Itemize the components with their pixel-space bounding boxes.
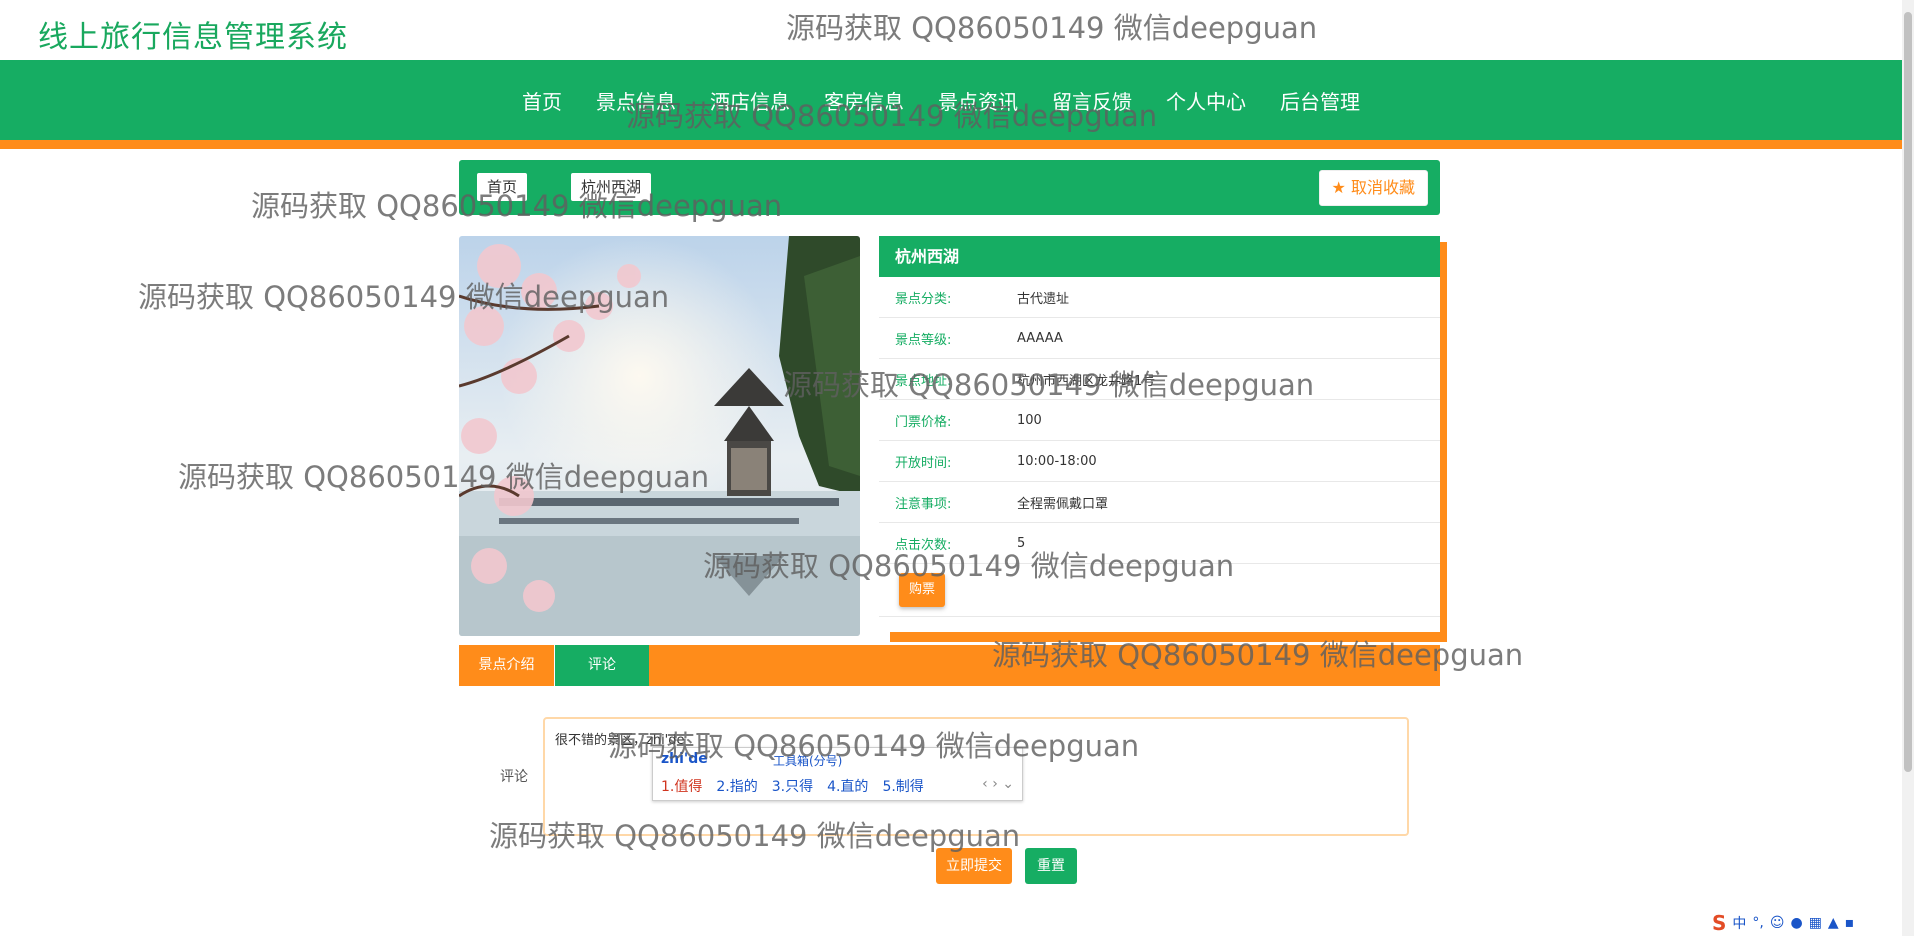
info-row-clicks: 点击次数: 5 — [879, 523, 1440, 564]
info-value: 10:00-18:00 — [1017, 453, 1097, 469]
tab-comment[interactable]: 评论 — [555, 645, 649, 686]
detail-tabs: 景点介绍 评论 — [459, 645, 1440, 686]
star-icon: ★ — [1331, 178, 1346, 197]
ime-lang-indicator[interactable]: 中 — [1732, 913, 1746, 933]
breadcrumb-current[interactable]: 杭州西湖 — [571, 173, 652, 201]
comment-label: 评论 — [500, 769, 528, 785]
info-row-hours: 开放时间: 10:00-18:00 — [879, 441, 1440, 482]
nav-item-hotels[interactable]: 酒店信息 — [710, 86, 790, 115]
info-label: 点击次数: — [895, 537, 952, 553]
sogou-logo-icon: S — [1712, 911, 1727, 935]
ime-candidates: 1.值得 2.指的 3.只得 4.直的 5.制得 — [661, 776, 924, 796]
buy-ticket-button[interactable]: 购票 — [899, 573, 946, 607]
site-title: 线上旅行信息管理系统 — [38, 20, 348, 55]
info-row-address: 景点地址: 杭州市西湖区龙井路1号 — [879, 359, 1440, 400]
breadcrumb: 首页 杭州西湖 ★ 取消收藏 — [459, 160, 1440, 215]
comment-text: 很不错的景区，zhi'de — [555, 733, 685, 748]
nav-item-home[interactable]: 首页 — [522, 86, 562, 115]
nav-item-rooms[interactable]: 客房信息 — [824, 86, 904, 115]
info-row-price: 门票价格: 100 — [879, 400, 1440, 441]
info-label: 景点等级: — [895, 332, 952, 348]
attraction-info-card: 杭州西湖 景点分类: 古代遗址 景点等级: AAAAA 景点地址: 杭州市西湖区… — [879, 236, 1440, 632]
scrollbar-thumb[interactable] — [1904, 12, 1912, 772]
ime-candidate[interactable]: 5.制得 — [882, 776, 923, 796]
info-label: 景点分类: — [895, 291, 952, 307]
punctuation-icon[interactable]: °, — [1752, 915, 1763, 931]
attraction-name: 杭州西湖 — [879, 236, 1440, 277]
nav-item-feedback[interactable]: 留言反馈 — [1052, 86, 1132, 115]
nav-item-news[interactable]: 景点资讯 — [938, 86, 1018, 115]
nav-item-profile[interactable]: 个人中心 — [1166, 86, 1246, 115]
ime-candidate[interactable]: 4.直的 — [827, 776, 868, 796]
top-navbar: 首页 景点信息 酒店信息 客房信息 景点资讯 留言反馈 个人中心 后台管理 — [0, 60, 1902, 140]
info-value: 杭州市西湖区龙井路1号 — [1017, 373, 1156, 389]
submit-button[interactable]: 立即提交 — [936, 848, 1012, 884]
info-row-notice: 注意事项: 全程需佩戴口罩 — [879, 482, 1440, 523]
info-label: 开放时间: — [895, 455, 952, 471]
watermark: 源码获取 QQ86050149 微信deepguan — [786, 11, 1318, 45]
ime-candidate[interactable]: 2.指的 — [716, 776, 757, 796]
nav-item-attractions[interactable]: 景点信息 — [596, 86, 676, 115]
ime-pinyin: zhi'de — [661, 751, 708, 767]
tab-intro[interactable]: 景点介绍 — [459, 645, 555, 686]
skin-icon[interactable]: ▲ — [1828, 915, 1839, 931]
microphone-icon[interactable]: ● — [1790, 915, 1802, 931]
ime-toolbox[interactable]: 工具箱(分号) — [773, 752, 842, 769]
info-row-category: 景点分类: 古代遗址 — [879, 277, 1440, 318]
emoji-icon[interactable]: ☺ — [1770, 915, 1785, 931]
breadcrumb-home[interactable]: 首页 — [477, 173, 528, 201]
info-row-level: 景点等级: AAAAA — [879, 318, 1440, 359]
ime-candidate[interactable]: 3.只得 — [772, 776, 813, 796]
keyboard-icon[interactable]: ▦ — [1809, 915, 1822, 931]
info-value: 5 — [1017, 535, 1026, 551]
reset-button[interactable]: 重置 — [1025, 848, 1077, 884]
ime-page-arrows-icon[interactable]: ‹ › ⌄ — [982, 776, 1014, 792]
info-value: AAAAA — [1017, 330, 1063, 346]
attraction-photo — [459, 236, 860, 636]
info-value: 100 — [1017, 412, 1042, 428]
ime-status-tray: S 中 °, ☺ ● ▦ ▲ ▪ — [1712, 911, 1855, 935]
toolbox-icon[interactable]: ▪ — [1845, 915, 1855, 931]
ime-candidate-popup: zhi'de 工具箱(分号) 1.值得 2.指的 3.只得 4.直的 5.制得 … — [652, 747, 1023, 801]
nav-menu: 首页 景点信息 酒店信息 客房信息 景点资讯 留言反馈 个人中心 后台管理 — [522, 60, 1394, 140]
navbar-accent-line — [0, 140, 1902, 149]
nav-item-admin[interactable]: 后台管理 — [1280, 86, 1360, 115]
unfavorite-label: 取消收藏 — [1350, 178, 1415, 197]
unfavorite-button[interactable]: ★ 取消收藏 — [1318, 170, 1428, 206]
info-value: 全程需佩戴口罩 — [1017, 496, 1109, 512]
info-label: 门票价格: — [895, 414, 952, 430]
info-value: 古代遗址 — [1017, 291, 1070, 307]
info-label: 注意事项: — [895, 496, 952, 512]
buy-area: 购票 — [879, 564, 1440, 617]
ime-candidate[interactable]: 1.值得 — [661, 776, 702, 796]
page-scrollbar[interactable] — [1902, 0, 1914, 936]
info-label: 景点地址: — [895, 373, 952, 389]
